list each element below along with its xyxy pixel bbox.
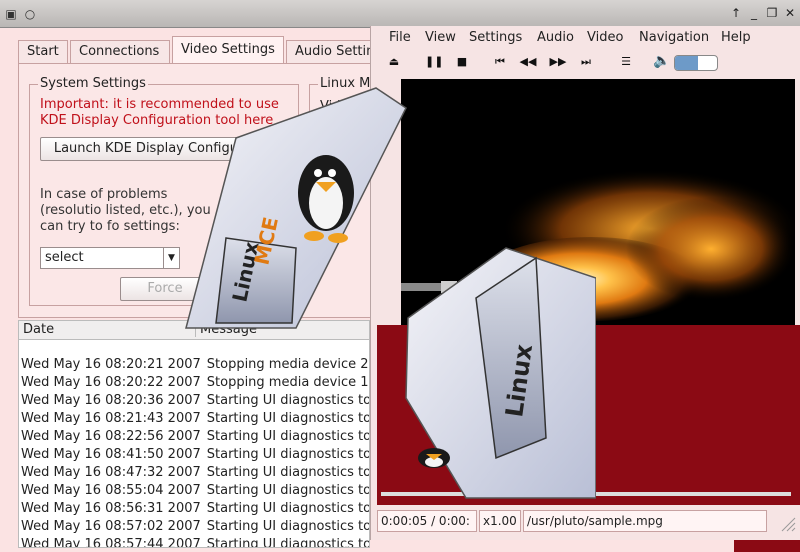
log-message-cell: Starting UI diagnostics tool (206, 429, 370, 444)
launch-kde-display-button[interactable]: Launch KDE Display Configuration (40, 137, 290, 161)
log-date-cell: Wed May 16 08:20:36 2007 (21, 393, 201, 408)
log-table[interactable]: Date Message Wed May 16 08:20:21 2007 Sto… (18, 320, 370, 548)
log-message-cell: Starting UI diagnostics tool (206, 411, 370, 426)
tab-audio-settings[interactable]: Audio Settin (286, 40, 372, 64)
log-date-cell: Wed May 16 08:41:50 2007 (21, 447, 201, 462)
table-row[interactable]: Wed May 16 08:55:04 2007 Starting UI diag… (21, 483, 370, 501)
player-toolbar: ⏏ ❚❚ ■ ⏮ ◀◀ ▶▶ ⏭ ☰ 🔈 (371, 51, 800, 75)
seek-bar[interactable] (381, 492, 791, 496)
menu-file[interactable]: File (389, 30, 411, 45)
window-menu-icon[interactable]: ▣ (3, 6, 19, 22)
log-message-cell: Stopping media device 19 (206, 375, 370, 390)
menu-settings[interactable]: Settings (469, 30, 522, 45)
restore-icon[interactable]: ❐ (764, 5, 780, 21)
menu-navigation[interactable]: Navigation (639, 30, 709, 45)
tab-connections-label: Connections (79, 44, 160, 59)
tab-start-label: Start (27, 44, 59, 59)
playlist-icon[interactable]: ☰ (617, 55, 635, 68)
log-message-cell: Starting UI diagnostics tool (206, 519, 370, 534)
log-date-cell: Wed May 16 08:22:56 2007 (21, 429, 201, 444)
player-status-bar: 0:00:05 / 0:00: x1.00 /usr/pluto/sample.… (377, 510, 795, 532)
log-message-cell: Starting UI diagnostics tool (206, 501, 370, 516)
log-message-cell: Starting UI diagnostics tool (206, 447, 370, 462)
video-driver-label: Video dr (320, 99, 375, 114)
tab-start[interactable]: Start (18, 40, 68, 64)
table-row[interactable]: Wed May 16 08:56:31 2007 Starting UI diag… (21, 501, 370, 519)
status-speed: x1.00 (479, 510, 521, 532)
log-date-cell: Wed May 16 08:57:44 2007 (21, 537, 201, 548)
table-row[interactable]: Wed May 16 08:57:02 2007 Starting UI diag… (21, 519, 370, 537)
chevron-down-icon: ▼ (163, 248, 179, 268)
log-date-cell: Wed May 16 08:55:04 2007 (21, 483, 201, 498)
sticky-icon[interactable]: ○ (22, 6, 38, 22)
stop-icon[interactable]: ■ (453, 55, 471, 68)
table-row[interactable]: Wed May 16 08:20:22 2007 Stopping media d… (21, 375, 370, 393)
log-date-cell: Wed May 16 08:56:31 2007 (21, 501, 201, 516)
volume-slider-fill (675, 56, 699, 70)
menu-audio[interactable]: Audio (537, 30, 574, 45)
close-icon[interactable]: ✕ (782, 5, 798, 21)
table-row[interactable]: Wed May 16 08:20:36 2007 Starting UI diag… (21, 393, 370, 411)
table-row[interactable]: Wed May 16 08:21:43 2007 Starting UI diag… (21, 411, 370, 429)
status-file: /usr/pluto/sample.mpg (523, 510, 767, 532)
menu-help[interactable]: Help (721, 30, 751, 45)
table-row[interactable]: Wed May 16 08:41:50 2007 Starting UI diag… (21, 447, 370, 465)
video-viewport[interactable] (401, 79, 795, 325)
log-date-cell: Wed May 16 08:21:43 2007 (21, 411, 201, 426)
minimize-icon[interactable]: _ (746, 5, 762, 21)
video-settings-panel: System Settings Important: it is recomme… (18, 63, 398, 318)
pause-icon[interactable]: ❚❚ (425, 55, 443, 68)
log-message-cell: Starting UI diagnostics tool (206, 393, 370, 408)
system-settings-legend: System Settings (38, 76, 148, 91)
log-message-cell: Stopping media device 21 (206, 357, 370, 372)
menu-view[interactable]: View (425, 30, 456, 45)
video-background (377, 325, 800, 505)
log-date-cell: Wed May 16 08:47:32 2007 (21, 465, 201, 480)
up-arrow-icon[interactable]: ↑ (728, 5, 744, 21)
table-row[interactable]: Wed May 16 08:22:56 2007 Starting UI diag… (21, 429, 370, 447)
column-date[interactable]: Date (23, 322, 54, 337)
resolution-select[interactable]: select ▼ (40, 247, 180, 269)
speaker-icon[interactable]: 🔈 (653, 53, 671, 69)
tab-video-settings[interactable]: Video Settings (172, 36, 284, 64)
tab-video-settings-label: Video Settings (181, 42, 275, 57)
background-strip (734, 540, 800, 552)
log-message-cell: Starting UI diagnostics tool (206, 465, 370, 480)
log-message-cell: Starting UI diagnostics tool (206, 537, 370, 548)
media-player-window: File View Settings Audio Video Navigatio… (370, 26, 800, 540)
log-table-header: Date Message (19, 321, 369, 340)
player-menubar: File View Settings Audio Video Navigatio… (371, 26, 800, 50)
menu-video[interactable]: Video (587, 30, 623, 45)
log-date-cell: Wed May 16 08:20:22 2007 (21, 375, 201, 390)
log-message-cell: Starting UI diagnostics tool (206, 483, 370, 498)
resize-grip-icon[interactable] (778, 514, 796, 532)
fast-forward-icon[interactable]: ▶▶ (549, 55, 567, 68)
table-row[interactable]: Wed May 16 08:20:21 2007 Stopping media d… (21, 357, 370, 375)
log-date-cell: Wed May 16 08:57:02 2007 (21, 519, 201, 534)
status-time: 0:00:05 / 0:00: (377, 510, 477, 532)
skip-back-icon[interactable]: ⏮ (491, 55, 509, 69)
window-titlebar: ▣ ○ ↑ _ ❐ ✕ (0, 0, 800, 28)
video-frame-flame (401, 169, 795, 321)
system-settings-group: System Settings Important: it is recomme… (29, 76, 299, 306)
resolution-select-value: select (45, 250, 84, 265)
table-row[interactable]: Wed May 16 08:47:32 2007 Starting UI diag… (21, 465, 370, 483)
problems-text: In case of problems (resolutio listed, e… (40, 187, 211, 234)
column-message[interactable]: Message (195, 322, 257, 337)
tab-audio-settings-label: Audio Settin (295, 44, 372, 59)
volume-slider[interactable] (674, 55, 718, 71)
skip-forward-icon[interactable]: ⏭ (577, 55, 595, 69)
eject-icon[interactable]: ⏏ (385, 55, 403, 68)
important-notice: Important: it is recommended to use KDE … (40, 97, 279, 128)
force-button[interactable]: Force (120, 277, 210, 301)
table-row[interactable]: Wed May 16 08:57:44 2007 Starting UI diag… (21, 537, 370, 548)
rewind-icon[interactable]: ◀◀ (519, 55, 537, 68)
tab-connections[interactable]: Connections (70, 40, 170, 64)
log-date-cell: Wed May 16 08:20:21 2007 (21, 357, 201, 372)
